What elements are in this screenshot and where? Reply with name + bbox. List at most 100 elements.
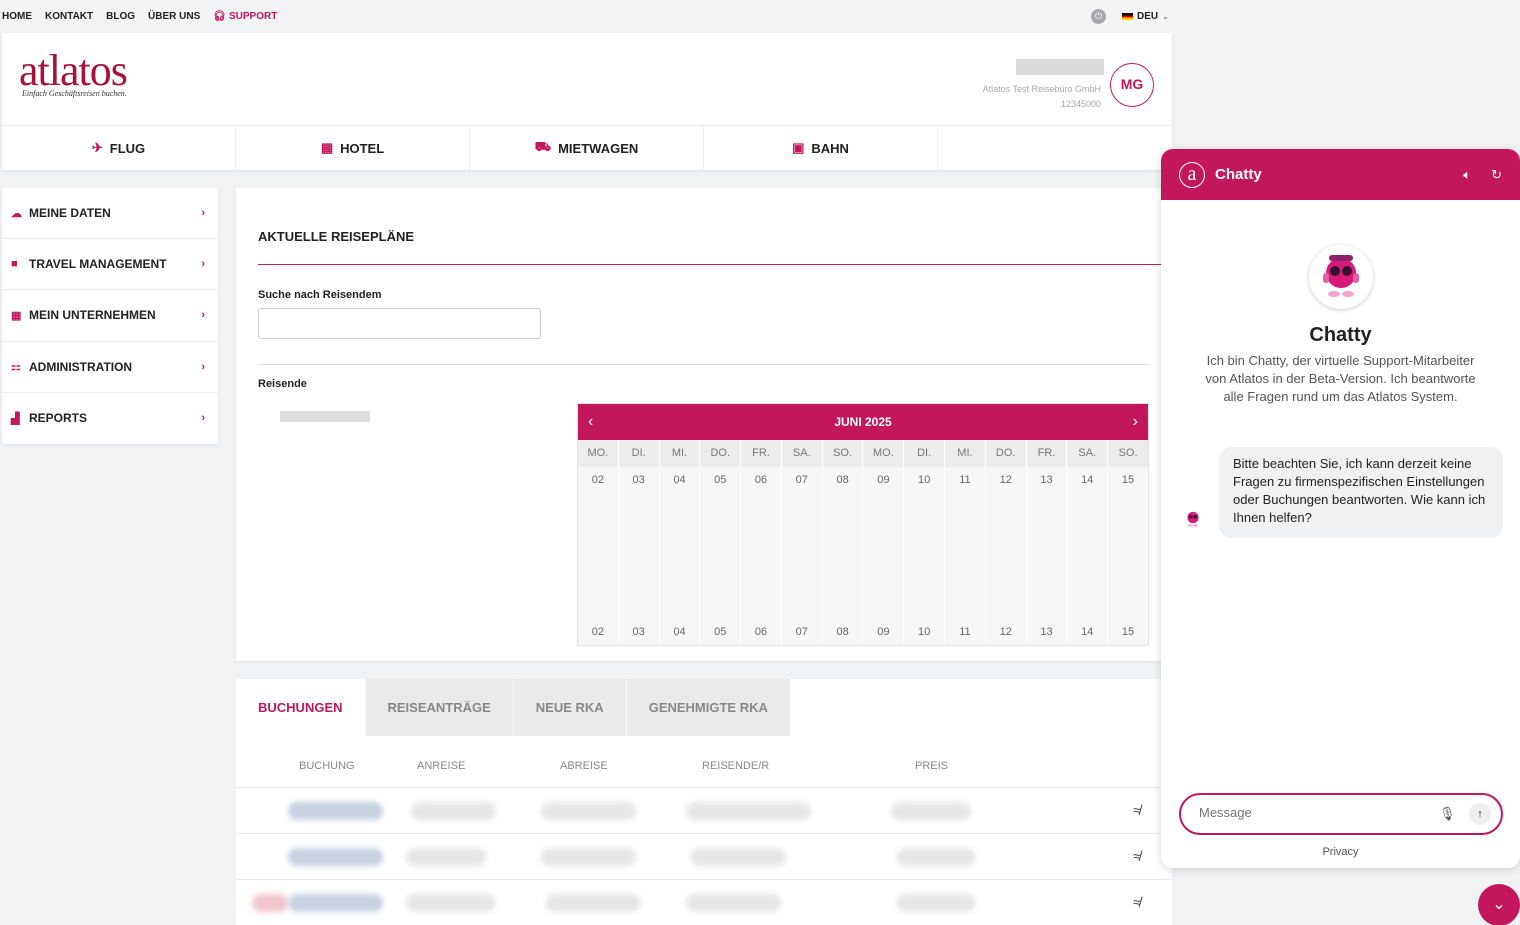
search-label: Suche nach Reisendem	[258, 289, 382, 301]
briefcase-icon: ■	[11, 258, 18, 271]
day-number: 07	[795, 474, 808, 486]
calendar-day-column[interactable]: FR. 06 06	[741, 440, 782, 645]
divider	[258, 264, 1172, 265]
day-number-bottom: 14	[1081, 626, 1094, 638]
company-info: Atlatos Test Reisebüro GmbH 12345000	[983, 82, 1101, 112]
message-input[interactable]	[1199, 805, 1429, 820]
table-row[interactable]: ≉	[236, 788, 1172, 834]
header: atlatos Einfach Geschäftsreisen buchen. …	[2, 33, 1172, 170]
logo[interactable]: atlatos Einfach Geschäftsreisen buchen.	[19, 47, 128, 99]
calendar-day-column[interactable]: MI. 04 04	[659, 440, 701, 645]
sidebar-item-mein-unternehmen[interactable]: ▦ MEIN UNTERNEHMEN ›	[2, 290, 218, 342]
train-icon: ▣	[792, 140, 805, 155]
day-number-bottom: 04	[673, 626, 686, 638]
calendar-day-column[interactable]: DI. 10 10	[904, 440, 946, 645]
sidebar-item-reports[interactable]: ▟ REPORTS ›	[2, 393, 218, 444]
day-name: DO.	[700, 440, 741, 467]
day-number-bottom: 05	[714, 626, 727, 638]
calendar-day-column[interactable]: FR. 13 13	[1026, 440, 1068, 645]
tab-mietwagen[interactable]: ⛟ MIETWAGEN	[470, 126, 704, 170]
chat-title: Chatty	[1215, 166, 1262, 183]
bookings-panel: BUCHUNGEN REISEANTRÄGE NEUE RKA GENEHMIG…	[236, 679, 1172, 925]
tab-hotel[interactable]: ▦ HOTEL	[236, 126, 470, 170]
day-name: MO.	[578, 440, 618, 467]
nav-ueber-uns[interactable]: ÜBER UNS	[148, 11, 200, 22]
microphone-icon[interactable]: 🎙︎	[1439, 806, 1456, 822]
table-row[interactable]: ≉	[236, 834, 1172, 880]
day-name: FR.	[741, 440, 781, 467]
redacted-cell	[541, 802, 636, 820]
traveller-search-input[interactable]	[258, 308, 541, 339]
speaker-icon[interactable]: 🔈︎	[1463, 167, 1471, 183]
nav-home[interactable]: HOME	[2, 11, 32, 22]
no-price-icon[interactable]: ≉	[1133, 848, 1141, 864]
tab-reiseantraege[interactable]: REISEANTRÄGE	[365, 679, 514, 736]
calendar-day-column[interactable]: SO. 08 08	[822, 440, 864, 645]
chevron-right-icon[interactable]: ›	[1133, 413, 1138, 431]
day-number-bottom: 02	[591, 626, 605, 638]
calendar-day-column[interactable]: DO. 05 05	[700, 440, 742, 645]
no-price-icon[interactable]: ≉	[1133, 802, 1141, 818]
traveller-name-redacted[interactable]	[280, 411, 370, 422]
reset-icon[interactable]: ↻	[1491, 167, 1502, 183]
day-name: MI.	[945, 440, 985, 467]
column-buchung[interactable]: BUCHUNG	[299, 760, 355, 772]
nav-support[interactable]: 🎧︎ SUPPORT	[213, 11, 277, 22]
tab-buchungen[interactable]: BUCHUNGEN	[236, 679, 366, 736]
column-reisende[interactable]: REISENDE/R	[702, 760, 769, 772]
calendar-day-column[interactable]: SA. 07 07	[781, 440, 823, 645]
atlatos-logo-icon: a	[1179, 161, 1205, 188]
calendar-day-column[interactable]: DI. 03 03	[618, 440, 660, 645]
calendar-day-column[interactable]: MO. 09 09	[863, 440, 905, 645]
redacted-cell	[252, 894, 288, 912]
sidebar-item-label: TRAVEL MANAGEMENT	[29, 257, 167, 272]
calendar-days: MO. 02 02 DI. 03 03 MI. 04 04 DO. 05 05 FR. 06 06 SA. 07…	[578, 440, 1148, 645]
table-row[interactable]: ≉	[236, 880, 1172, 925]
tab-hotel-label: HOTEL	[340, 140, 385, 156]
tab-bahn[interactable]: ▣ BAHN	[704, 126, 938, 170]
nav-blog[interactable]: BLOG	[106, 11, 135, 22]
chat-toggle-button[interactable]: ⌄	[1478, 884, 1520, 925]
tab-genehmigte-rka[interactable]: GENEHMIGTE RKA	[626, 679, 791, 736]
calendar-day-column[interactable]: DO. 12 12	[985, 440, 1027, 645]
robot-icon	[1187, 511, 1199, 527]
column-preis[interactable]: PREIS	[915, 760, 948, 772]
day-name: DI.	[904, 440, 945, 467]
day-name: SA.	[781, 440, 822, 467]
tab-flug[interactable]: ✈ FLUG	[2, 126, 236, 170]
redacted-cell	[288, 848, 383, 866]
calendar-day-column[interactable]: MI. 11 11	[945, 440, 986, 645]
main-nav: ✈ FLUG ▦ HOTEL ⛟ MIETWAGEN ▣ BAHN	[2, 125, 1172, 170]
language-selector[interactable]: DEU ⌄	[1122, 11, 1169, 22]
column-anreise[interactable]: ANREISE	[417, 760, 465, 772]
no-price-icon[interactable]: ≉	[1133, 894, 1141, 910]
day-number: 03	[632, 474, 645, 486]
day-number: 14	[1081, 474, 1094, 486]
message-box: 🎙︎ ↑	[1179, 793, 1503, 835]
calendar-day-column[interactable]: SO. 15 15	[1108, 440, 1148, 645]
day-number-bottom: 10	[918, 626, 931, 638]
chevron-right-icon: ›	[201, 412, 205, 425]
avatar[interactable]: MG	[1110, 63, 1154, 107]
chat-header: a Chatty 🔈︎ ↻	[1161, 149, 1520, 200]
bot-intro: Ich bin Chatty, der virtuelle Support-Mi…	[1205, 353, 1476, 404]
column-abreise[interactable]: ABREISE	[560, 760, 608, 772]
sidebar-item-meine-daten[interactable]: ☁ MEINE DATEN ›	[2, 188, 218, 240]
day-name: DO.	[985, 440, 1026, 467]
chevron-left-icon[interactable]: ‹	[588, 413, 593, 431]
calendar-day-column[interactable]: SA. 14 14	[1067, 440, 1109, 645]
day-number: 15	[1121, 474, 1135, 486]
tab-neue-rka[interactable]: NEUE RKA	[513, 679, 627, 736]
calendar-day-column[interactable]: MO. 02 02	[578, 440, 619, 645]
privacy-link[interactable]: Privacy	[1161, 846, 1520, 858]
send-button[interactable]: ↑	[1469, 803, 1491, 825]
sidebar-item-administration[interactable]: ⚏ ADMINISTRATION ›	[2, 342, 218, 393]
day-name: MI.	[659, 440, 700, 467]
redacted-cell	[288, 802, 383, 820]
day-number-bottom: 03	[632, 626, 645, 638]
calendar-month: JUNI 2025	[834, 415, 892, 429]
redacted-cell	[546, 894, 641, 912]
power-icon[interactable]: ⏻	[1091, 9, 1106, 24]
sidebar-item-travel-management[interactable]: ■ TRAVEL MANAGEMENT ›	[2, 239, 218, 291]
nav-kontakt[interactable]: KONTAKT	[45, 11, 93, 22]
